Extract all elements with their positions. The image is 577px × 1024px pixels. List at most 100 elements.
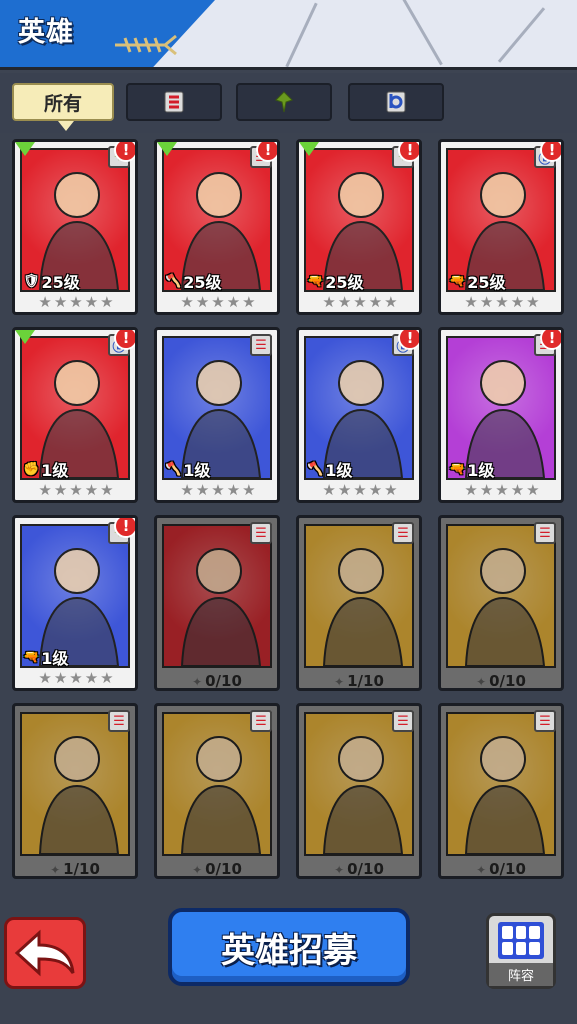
tab-green-faction[interactable] — [236, 83, 332, 121]
star-icon: ★ — [337, 293, 352, 311]
upgrade-available-marker — [299, 142, 319, 156]
hero-card-locked[interactable]: ☰ ✦ 0/10 — [438, 515, 564, 691]
hero-silhouette — [464, 736, 546, 855]
hero-level: 🪓 25级 — [165, 270, 221, 292]
star-icon: ★ — [495, 481, 509, 499]
hero-card-locked[interactable]: ☰ ✦ 1/10 — [12, 703, 138, 879]
tab-all-label: 所有 — [43, 92, 82, 115]
hero-card[interactable]: ✦🔫25级★★★★★! — [296, 139, 422, 315]
hero-level-text: 25级 — [325, 273, 364, 292]
fragment-progress-text: 0/10 — [205, 672, 242, 690]
fragment-progress-text: 0/10 — [205, 860, 242, 878]
star-icon: ★ — [322, 481, 336, 499]
hero-level-text: 25级 — [183, 273, 222, 292]
hero-silhouette — [180, 548, 262, 667]
hero-stars: ★ ★ ★ ★ ★ — [305, 294, 415, 310]
alert-icon: ! — [540, 142, 561, 162]
hero-card-locked[interactable]: ☰ ✦ 0/10 — [154, 515, 280, 691]
fragment-icon: ✦ — [192, 863, 203, 877]
star-icon: ★ — [510, 481, 525, 499]
star-icon: ★ — [368, 293, 383, 311]
fragment-icon: ✦ — [192, 675, 203, 689]
hero-card-locked[interactable]: ☰ ✦ 1/10 — [296, 515, 422, 691]
star-icon: ★ — [464, 293, 478, 311]
bottom-bar: 英雄招募 阵容 — [0, 893, 577, 1024]
hero-card[interactable]: ⓑ✊1级★★★★★! — [12, 327, 138, 503]
hero-level-text: 25级 — [41, 273, 80, 292]
hero-card[interactable]: ⓑ🔫25级★★★★★! — [438, 139, 564, 315]
star-icon: ★ — [353, 481, 367, 499]
fragment-icon: ✦ — [50, 863, 61, 877]
star-icon: ★ — [180, 481, 194, 499]
hero-level-text: 1级 — [467, 461, 495, 480]
fragment-icon: ✦ — [476, 863, 487, 877]
red-faction-icon: ☰ — [250, 710, 272, 732]
header-bar: 英雄 — [0, 0, 577, 70]
hero-stars: ★ ★ ★ ★ ★ — [21, 670, 131, 686]
hero-silhouette — [180, 736, 262, 855]
red-faction-icon: ☰ — [108, 710, 130, 732]
fragment-icon: ✦ — [334, 863, 345, 877]
fishbone-icon — [115, 34, 177, 56]
hero-card[interactable]: ✦🔫1级★★★★★! — [12, 515, 138, 691]
hero-card[interactable]: ☰🪓25级★★★★★! — [154, 139, 280, 315]
star-icon: ★ — [53, 481, 68, 499]
star-icon: ★ — [53, 293, 68, 311]
fragment-progress: ✦ 0/10 — [299, 860, 419, 877]
back-button[interactable] — [4, 917, 86, 989]
lineup-button[interactable]: 阵容 — [486, 913, 556, 989]
star-icon: ★ — [38, 481, 52, 499]
star-icon: ★ — [195, 481, 210, 499]
star-icon: ★ — [464, 481, 478, 499]
alert-icon: ! — [114, 330, 135, 350]
tab-red-faction[interactable] — [126, 83, 222, 121]
hero-level: 🔫 1级 — [449, 458, 494, 480]
fragment-progress: ✦ 0/10 — [441, 860, 561, 878]
hero-level: 🔫 25级 — [307, 270, 363, 292]
fragment-progress-text: 0/10 — [489, 860, 526, 878]
star-icon: ★ — [526, 481, 540, 499]
back-arrow-icon — [14, 929, 75, 977]
hero-card-locked[interactable]: ☰ ✦ 0/10 — [438, 703, 564, 879]
red-faction-icon — [164, 91, 184, 113]
upgrade-available-marker — [157, 142, 177, 156]
shield-icon: 🛡 — [23, 273, 40, 289]
tab-blue-faction[interactable] — [348, 83, 444, 121]
hero-card-locked[interactable]: ☰ ✦ 0/10 — [296, 703, 422, 879]
hero-card[interactable]: ⓑ🪓1级★★★★★! — [296, 327, 422, 503]
hero-stars: ★ ★ ★ ★ ★ — [447, 482, 557, 498]
hero-recruit-button[interactable]: 英雄招募 — [168, 908, 410, 986]
blue-faction-icon — [386, 91, 406, 113]
star-icon: ★ — [38, 293, 52, 311]
wall-crack — [400, 0, 443, 66]
alert-icon: ! — [540, 330, 561, 350]
axe-icon: 🪓 — [165, 461, 182, 477]
hero-level-text: 1级 — [41, 649, 69, 668]
star-icon: ★ — [384, 481, 398, 499]
hero-stars: ★ ★ ★ ★ ★ — [163, 294, 273, 310]
gun-icon: 🔫 — [23, 649, 40, 665]
hero-card-locked[interactable]: ☰ ✦ 0/10 — [154, 703, 280, 879]
star-icon: ★ — [38, 669, 52, 687]
star-icon: ★ — [180, 293, 194, 311]
hero-card[interactable]: ✦🛡25级★★★★★! — [12, 139, 138, 315]
lineup-label: 阵容 — [489, 963, 553, 986]
star-icon: ★ — [510, 293, 525, 311]
tab-all[interactable]: 所有 — [12, 83, 114, 131]
star-icon: ★ — [337, 481, 352, 499]
upgrade-available-marker — [15, 330, 35, 344]
star-icon: ★ — [100, 481, 114, 499]
gun-icon: 🔫 — [307, 273, 324, 289]
upgrade-available-marker — [15, 142, 35, 156]
hero-level: 🪓 1级 — [307, 458, 352, 480]
hero-portrait — [162, 712, 272, 856]
hero-card[interactable]: ☰ 🪓 1级 ★ ★ ★ ★ ★ — [154, 327, 280, 503]
alert-icon: ! — [398, 330, 419, 350]
hero-card[interactable]: ☰🔫1级★★★★★! — [438, 327, 564, 503]
tab-pointer — [58, 121, 74, 131]
star-icon: ★ — [69, 669, 83, 687]
hero-level: 🛡 25级 — [23, 270, 80, 292]
gun-icon: 🔫 — [449, 273, 466, 289]
hero-portrait — [304, 524, 414, 668]
hero-stars: ★ ★ ★ ★ ★ — [163, 482, 273, 498]
